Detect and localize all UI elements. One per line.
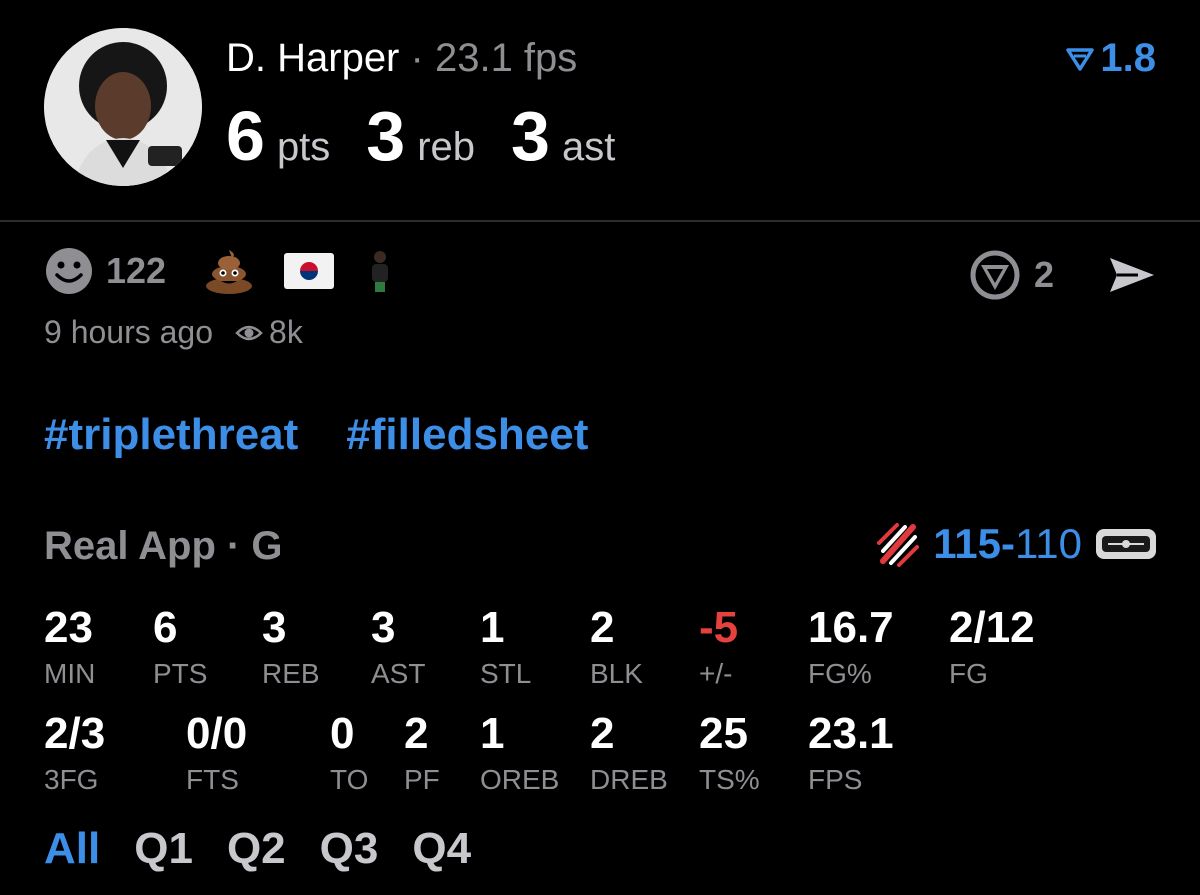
stat-num: 3 xyxy=(366,97,406,175)
player-avatar[interactable] xyxy=(44,28,202,186)
stat-cell: 3 REB xyxy=(262,606,320,690)
spurs-logo-icon xyxy=(1096,529,1156,559)
eye-icon xyxy=(235,325,263,340)
stat-label: +/- xyxy=(699,658,733,689)
stat-label: FPS xyxy=(808,764,863,795)
real-logo-icon[interactable] xyxy=(970,250,1020,300)
send-icon[interactable] xyxy=(1108,255,1156,295)
rating-badge[interactable]: 1.8 xyxy=(1066,36,1156,81)
stat-cell: 2/3 3FG xyxy=(44,712,105,796)
stat-value: 3 xyxy=(262,603,287,652)
score-text: 115-110 xyxy=(933,520,1082,568)
stat-label: AST xyxy=(371,658,426,689)
stat-cell: 6 PTS xyxy=(153,606,207,690)
stat-value: 2/12 xyxy=(949,603,1035,652)
stat-unit: ast xyxy=(561,125,616,169)
stat-label: FG xyxy=(949,658,988,689)
stat-value: 0 xyxy=(330,709,355,758)
stat-value: 16.7 xyxy=(808,603,894,652)
share-count: 2 xyxy=(1033,254,1054,295)
stat-label: STL xyxy=(480,658,532,689)
reactions-bar: 122 xyxy=(44,246,392,296)
stat-cell: -5 +/- xyxy=(699,606,738,690)
stat-value: 23.1 xyxy=(808,709,894,758)
stat-value: 3 xyxy=(371,603,396,652)
game-title: Real App · G xyxy=(44,524,283,568)
stat-cell: 23.1 FPS xyxy=(808,712,894,796)
stat-label: MIN xyxy=(44,658,96,689)
hashtag-link[interactable]: #triplethreat xyxy=(44,410,298,460)
player-name[interactable]: D. Harper xyxy=(226,36,399,80)
stat-cell: 0/0 FTS xyxy=(186,712,247,796)
view-count: 8k xyxy=(235,314,303,351)
home-score: 115 xyxy=(933,520,1002,567)
stat-label: REB xyxy=(262,658,320,689)
stat-value: 1 xyxy=(480,603,505,652)
person-sticker-icon[interactable] xyxy=(368,249,392,293)
stat-value: 0/0 xyxy=(186,709,248,758)
stat-label: TS% xyxy=(699,764,760,795)
stat-cell: 2/12 FG xyxy=(949,606,1035,690)
stat-value: 6 xyxy=(153,603,178,652)
stat-unit: reb xyxy=(417,125,476,169)
stat-num: 3 xyxy=(511,97,550,175)
stat-cell: 1 OREB xyxy=(480,712,559,796)
tab-all[interactable]: All xyxy=(44,824,100,874)
away-score: 110 xyxy=(1015,520,1082,567)
rating-arrow-icon xyxy=(1066,47,1095,71)
stat-cell: 2 BLK xyxy=(590,606,643,690)
stat-value: -5 xyxy=(699,603,739,652)
stat-cell: 2 DREB xyxy=(590,712,668,796)
stat-label: FG% xyxy=(808,658,872,689)
stat-value: 2/3 xyxy=(44,709,106,758)
time-ago: 9 hours ago xyxy=(44,314,214,350)
stat-num: 6 xyxy=(226,97,265,175)
stat-cell: 3 AST xyxy=(371,606,425,690)
stat-value: 1 xyxy=(480,709,505,758)
stat-value: 23 xyxy=(44,603,93,652)
stat-value: 2 xyxy=(590,603,615,652)
statline: 6 pts 3 reb 3 ast xyxy=(226,96,651,176)
header-divider xyxy=(0,220,1200,222)
post-actions: 2 xyxy=(970,250,1156,300)
post-meta: 9 hours ago 8k xyxy=(44,314,303,351)
stat-cell: 25 TS% xyxy=(699,712,760,796)
player-title[interactable]: D. Harper · 23.1 fps xyxy=(226,36,577,81)
stat-label: BLK xyxy=(590,658,643,689)
stat-cell: 16.7 FG% xyxy=(808,606,894,690)
reaction-count: 122 xyxy=(106,250,167,291)
tab-q1[interactable]: Q1 xyxy=(134,824,193,874)
stat-cell: 0 TO xyxy=(330,712,368,796)
stat-value: 2 xyxy=(404,709,429,758)
game-score[interactable]: 115-110 xyxy=(877,520,1156,568)
quarter-tabs: All Q1 Q2 Q3 Q4 xyxy=(44,824,471,874)
smiley-icon[interactable] xyxy=(44,246,94,296)
stat-label: DREB xyxy=(590,764,668,795)
stat-cell: 1 STL xyxy=(480,606,531,690)
korea-flag-icon[interactable] xyxy=(284,253,335,289)
stat-value: 25 xyxy=(699,709,748,758)
blazers-logo-icon xyxy=(877,523,920,567)
stat-cell: 2 PF xyxy=(404,712,440,796)
hashtag-link[interactable]: #filledsheet xyxy=(346,410,588,460)
stat-label: PTS xyxy=(153,658,208,689)
stat-label: OREB xyxy=(480,764,560,795)
rating-value: 1.8 xyxy=(1100,36,1156,80)
hashtags: #triplethreat #filledsheet xyxy=(44,410,588,460)
tab-q2[interactable]: Q2 xyxy=(227,824,286,874)
stat-unit: pts xyxy=(276,125,331,169)
stat-label: TO xyxy=(330,764,369,795)
title-separator: · xyxy=(410,36,424,80)
stat-label: PF xyxy=(404,764,440,795)
fantasy-points: 23.1 fps xyxy=(434,36,578,80)
poop-emoji-icon[interactable] xyxy=(204,248,254,294)
views-value: 8k xyxy=(269,314,303,350)
score-dash: - xyxy=(1001,520,1016,567)
stat-cell: 23 MIN xyxy=(44,606,95,690)
tab-q3[interactable]: Q3 xyxy=(320,824,379,874)
tab-q4[interactable]: Q4 xyxy=(412,824,471,874)
stat-label: 3FG xyxy=(44,764,99,795)
stat-label: FTS xyxy=(186,764,239,795)
stat-value: 2 xyxy=(590,709,615,758)
